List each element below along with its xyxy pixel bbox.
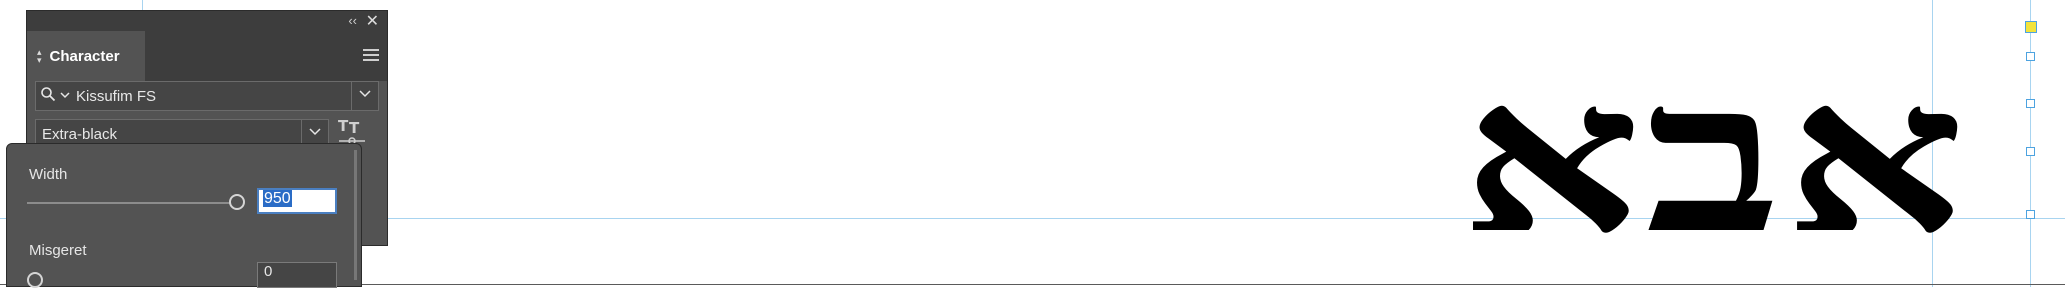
- misgeret-input-value: 0: [264, 263, 273, 280]
- font-family-value: Kissufim FS: [76, 87, 157, 105]
- misgeret-label: Misgeret: [29, 242, 87, 259]
- svg-text:T: T: [349, 119, 360, 137]
- tab-character-label: Character: [49, 47, 120, 65]
- svg-text:T: T: [338, 117, 349, 135]
- panel-titlebar[interactable]: ‹‹ ✕: [27, 11, 387, 31]
- frame-handle-top[interactable]: [2026, 52, 2035, 61]
- variable-axes-flyout: Width 950 Misgeret 0: [6, 143, 362, 288]
- font-family-field[interactable]: Kissufim FS: [35, 81, 379, 111]
- font-style-value: Extra-black: [42, 125, 118, 143]
- width-slider-track[interactable]: [27, 202, 237, 204]
- tab-strip: ▴ ▾ Character: [27, 31, 387, 81]
- misgeret-slider-thumb[interactable]: [27, 272, 43, 288]
- frame-handle-mid[interactable]: [2026, 99, 2035, 108]
- field-divider: [351, 82, 352, 110]
- sample-hebrew-text[interactable]: אבא: [1460, 52, 1969, 262]
- chevron-down-icon[interactable]: [308, 124, 322, 141]
- width-label: Width: [29, 166, 68, 183]
- flyout-scrollbar[interactable]: [354, 150, 357, 280]
- tab-character[interactable]: ▴ ▾ Character: [27, 31, 145, 81]
- width-input[interactable]: 950: [257, 188, 337, 214]
- width-slider-thumb[interactable]: [229, 194, 245, 210]
- text-frame-edge: [2030, 0, 2031, 287]
- misgeret-input[interactable]: 0: [257, 262, 337, 288]
- tab-expand-icon[interactable]: ▴ ▾: [37, 48, 42, 65]
- chevron-down-icon[interactable]: [358, 86, 372, 103]
- collapse-icon[interactable]: ‹‹: [348, 13, 357, 28]
- in-port-handle[interactable]: [2025, 21, 2037, 33]
- width-input-value: 950: [263, 190, 292, 207]
- frame-handle-lower[interactable]: [2026, 147, 2035, 156]
- panel-menu-icon[interactable]: [363, 49, 379, 64]
- search-icon[interactable]: [40, 86, 60, 107]
- close-icon[interactable]: ✕: [366, 11, 379, 31]
- frame-handle-bottom[interactable]: [2026, 210, 2035, 219]
- search-options-chevron-icon[interactable]: [60, 91, 70, 102]
